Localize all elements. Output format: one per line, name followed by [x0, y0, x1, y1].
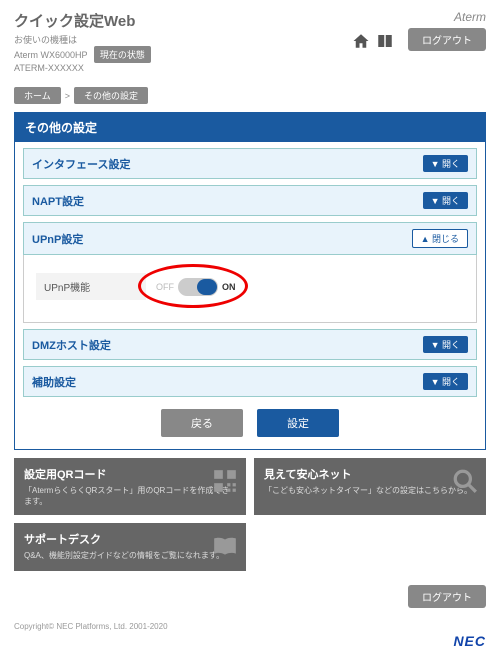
open-button[interactable]: ▼ 開く	[423, 373, 468, 390]
breadcrumb: ホーム > その他の設定	[14, 87, 486, 104]
section-napt[interactable]: NAPT設定 ▼ 開く	[23, 185, 477, 216]
close-button[interactable]: ▲ 閉じる	[412, 229, 468, 248]
logout-button-bottom[interactable]: ログアウト	[408, 585, 486, 608]
home-icon[interactable]	[352, 32, 370, 48]
upnp-field-label: UPnP機能	[36, 273, 146, 300]
open-book-icon	[212, 533, 238, 559]
card-safety[interactable]: 見えて安心ネット 「こども安心ネットタイマー」などの設定はこちらから。	[254, 458, 486, 515]
brand-label: Aterm	[454, 10, 486, 24]
open-button[interactable]: ▼ 開く	[423, 192, 468, 209]
toggle-off-label: OFF	[156, 282, 174, 292]
upnp-body: UPnP機能 OFF ON	[23, 255, 477, 323]
section-dmz[interactable]: DMZホスト設定 ▼ 開く	[23, 329, 477, 360]
panel-title: その他の設定	[15, 113, 485, 142]
nec-logo: NEC	[14, 633, 486, 649]
qr-icon	[212, 468, 238, 494]
logout-button-top[interactable]: ログアウト	[408, 28, 486, 51]
crumb-sep: >	[65, 91, 70, 101]
back-button[interactable]: 戻る	[161, 409, 243, 437]
card-support[interactable]: サポートデスク Q&A、機能別設定ガイドなどの情報をご覧になれます。	[14, 523, 246, 571]
apply-button[interactable]: 設定	[257, 409, 339, 437]
open-button[interactable]: ▼ 開く	[423, 336, 468, 353]
header: クイック設定Web お使いの機種は Aterm WX6000HP 現在の状態 A…	[14, 10, 486, 81]
crumb-home[interactable]: ホーム	[14, 87, 61, 104]
magnify-icon	[452, 468, 478, 494]
upnp-toggle[interactable]	[178, 278, 218, 296]
status-button[interactable]: 現在の状態	[94, 46, 151, 63]
settings-panel: その他の設定 インタフェース設定 ▼ 開く NAPT設定 ▼ 開く UPnP設定…	[14, 112, 486, 450]
toggle-on-label: ON	[222, 282, 236, 292]
section-upnp[interactable]: UPnP設定 ▲ 閉じる	[23, 222, 477, 255]
open-button[interactable]: ▼ 開く	[423, 155, 468, 172]
book-icon[interactable]	[376, 32, 394, 48]
copyright: Copyright© NEC Platforms, Ltd. 2001-2020	[14, 622, 486, 631]
section-interface[interactable]: インタフェース設定 ▼ 開く	[23, 148, 477, 179]
section-aux[interactable]: 補助設定 ▼ 開く	[23, 366, 477, 397]
crumb-current: その他の設定	[74, 87, 148, 104]
card-qr[interactable]: 設定用QRコード 「AtermらくらくQRスタート」用のQRコードを作成できます…	[14, 458, 246, 515]
